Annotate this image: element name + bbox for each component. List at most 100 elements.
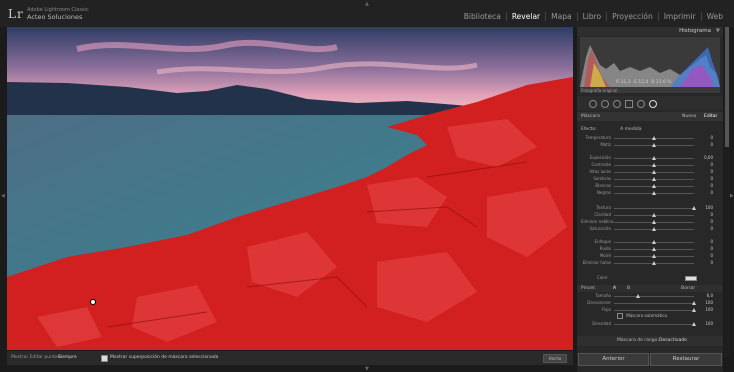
slider-track[interactable] [614, 324, 694, 325]
slider-knob[interactable] [652, 143, 656, 147]
auto-mask-checkbox[interactable] [617, 313, 623, 319]
slider-knob[interactable] [692, 301, 696, 305]
slider-knob[interactable] [652, 227, 656, 231]
show-overlay-checkbox[interactable] [101, 355, 108, 362]
slider-label: Eliminar halos [582, 260, 611, 265]
slider-value[interactable]: 0 [710, 183, 713, 188]
range-mask-select[interactable]: Desactivado [659, 338, 687, 343]
slider-value[interactable]: 0 [710, 260, 713, 265]
left-panel-toggle-icon[interactable]: ◀ [1, 193, 5, 199]
slider-track[interactable] [614, 310, 694, 311]
overlay-label: Mostrar Editar puntos: [11, 355, 62, 360]
slider-knob[interactable] [636, 294, 640, 298]
module-libro[interactable]: Libro [576, 12, 607, 21]
slider-knob[interactable] [652, 191, 656, 195]
graduated-filter-icon[interactable] [625, 100, 633, 108]
slider-value[interactable]: 0 [710, 162, 713, 167]
slider-value[interactable]: 0 [710, 239, 713, 244]
bottom-panel-toggle-icon[interactable]: ▼ [365, 366, 369, 372]
slider-knob[interactable] [692, 308, 696, 312]
slider-value[interactable]: 0 [710, 253, 713, 258]
top-panel-toggle-icon[interactable]: ▲ [365, 1, 369, 7]
slider-knob[interactable] [652, 136, 656, 140]
slider-row: Tamaño 6,0 [577, 293, 717, 300]
slider-knob[interactable] [652, 177, 656, 181]
brush-b-tab[interactable]: B [627, 286, 630, 291]
brush-row: Pincel: A B Borrar [577, 285, 723, 292]
slider-row: Negros 0 [577, 190, 717, 197]
slider-knob[interactable] [652, 163, 656, 167]
slider-value[interactable]: 0 [710, 246, 713, 251]
histogram-header[interactable]: Histograma ▼ [577, 27, 723, 36]
slider-label: Blancos [595, 183, 611, 188]
slider-value[interactable]: 6,0 [707, 293, 713, 298]
brush-icon[interactable] [649, 100, 657, 108]
panel-scrollbar[interactable] [724, 27, 730, 357]
reset-button[interactable]: Restaurar [650, 353, 722, 366]
module-mapa[interactable]: Mapa [545, 12, 576, 21]
module-revelar[interactable]: Revelar [505, 12, 545, 21]
right-panel-toggle-icon[interactable]: ▶ [730, 193, 734, 199]
slider-label: Enfoque [594, 239, 611, 244]
slider-value[interactable]: 0 [710, 135, 713, 140]
module-imprimir[interactable]: Imprimir [657, 12, 701, 21]
slider-value[interactable]: 0 [710, 169, 713, 174]
slider-value[interactable]: 100 [705, 300, 713, 305]
scrollbar-thumb[interactable] [725, 27, 729, 147]
slider-value[interactable]: 100 [705, 307, 713, 312]
spot-removal-icon[interactable] [601, 100, 609, 108]
slider-knob[interactable] [692, 206, 696, 210]
previous-button[interactable]: Anterior [578, 353, 649, 366]
slider-label: Claridad [594, 212, 611, 217]
module-biblioteca[interactable]: Biblioteca [459, 12, 506, 21]
show-overlay-label: Mostrar superposición de máscara selecci… [110, 355, 219, 360]
slider-value[interactable]: 0 [710, 190, 713, 195]
slider-knob[interactable] [652, 156, 656, 160]
lightroom-logo: Lr [8, 7, 24, 21]
color-swatch[interactable] [685, 276, 697, 281]
slider-value[interactable]: 0 [710, 176, 713, 181]
slider-value[interactable]: 0 [710, 212, 713, 217]
slider-knob[interactable] [652, 261, 656, 265]
red-eye-icon[interactable] [613, 100, 621, 108]
slider-value[interactable]: 0 [710, 226, 713, 231]
slider-knob[interactable] [652, 170, 656, 174]
photo-canvas[interactable] [7, 27, 573, 350]
crop-icon[interactable] [589, 100, 597, 108]
effect-select[interactable]: A medida [620, 127, 641, 132]
done-button[interactable]: Hecho [543, 354, 567, 363]
slider-value[interactable]: 0 [710, 142, 713, 147]
slider-knob[interactable] [652, 254, 656, 258]
slider-knob[interactable] [652, 220, 656, 224]
brush-label: Pincel: [581, 286, 596, 291]
slider-row: Enfoque 0 [577, 239, 717, 246]
module-web[interactable]: Web [700, 12, 728, 21]
brush-a-tab[interactable]: A [613, 286, 616, 291]
slider-label: Flujo [601, 307, 611, 312]
slider-knob[interactable] [652, 247, 656, 251]
right-panel: Histograma ▼ R 11,3 G 12,4 B 13,6 % Foto… [577, 27, 723, 372]
slider-track[interactable] [614, 208, 694, 209]
radial-filter-icon[interactable] [637, 100, 645, 108]
slider-track[interactable] [614, 296, 694, 297]
slider-knob[interactable] [652, 184, 656, 188]
collapse-triangle-icon[interactable]: ▼ [716, 28, 720, 34]
slider-knob[interactable] [652, 240, 656, 244]
brush-erase-tab[interactable]: Borrar [681, 286, 695, 291]
slider-knob[interactable] [692, 322, 696, 326]
slider-knob[interactable] [652, 213, 656, 217]
new-mask-button[interactable]: Nuevo [682, 114, 696, 119]
slider-value[interactable]: 0 [710, 219, 713, 224]
slider-track[interactable] [614, 303, 694, 304]
slider-row: Textura 100 [577, 205, 717, 212]
slider-value[interactable]: 100 [705, 321, 713, 326]
slider-value[interactable]: 0,00 [704, 155, 713, 160]
module-proyeccion[interactable]: Proyección [606, 12, 658, 21]
bottom-toolbar: Mostrar Editar puntos: Siempre Mostrar s… [7, 351, 573, 365]
slider-value[interactable]: 100 [705, 205, 713, 210]
original-photo-label: Fotografía original [581, 88, 618, 93]
edit-mask-button[interactable]: Editar [704, 114, 717, 119]
overlay-select[interactable]: Siempre [58, 355, 77, 360]
slider-row: Temperatura 0 [577, 135, 717, 142]
slider-row: Sombras 0 [577, 176, 717, 183]
